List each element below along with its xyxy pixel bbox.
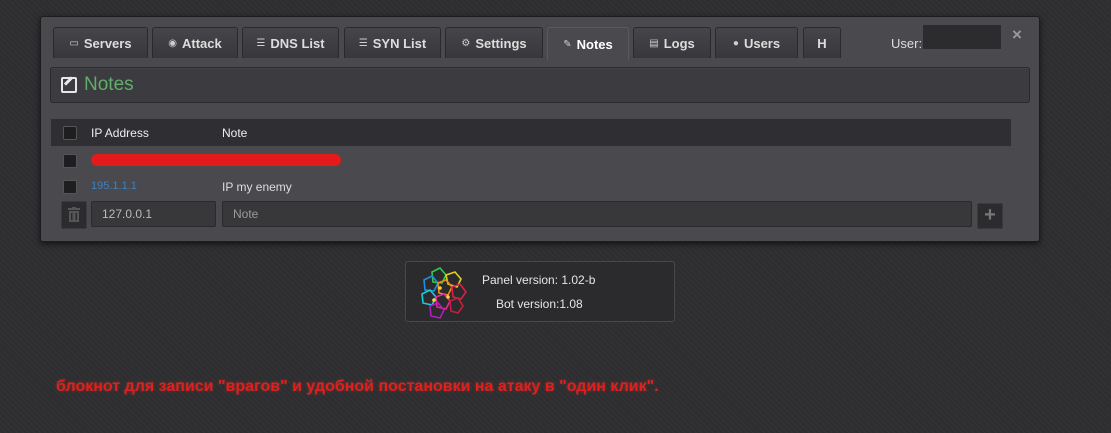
dashboard-icon: ◉ [168, 37, 177, 49]
column-ip-address: IP Address [91, 126, 149, 140]
tab-notes-label: Notes [576, 36, 613, 52]
tab-servers[interactable]: ▭ Servers [53, 27, 148, 58]
trash-icon [68, 207, 80, 222]
tab-settings[interactable]: ⚙ Settings [445, 27, 543, 58]
row-checkbox[interactable] [63, 180, 77, 194]
tab-h[interactable]: H [803, 27, 841, 58]
notes-header: Notes [50, 67, 1030, 103]
table-row: 195.1.1.1 IP my enemy [51, 174, 1011, 200]
note-text: IP my enemy [222, 180, 292, 194]
version-panel: Panel version: 1.02-b Bot version:1.08 [405, 261, 675, 322]
add-note-form: + [51, 201, 1011, 229]
tab-dns-list-label: DNS List [270, 35, 325, 51]
page-title: Notes [84, 74, 134, 95]
tab-logs[interactable]: ▤ Logs [633, 27, 711, 58]
tab-attack-label: Attack [181, 35, 222, 51]
main-panel: ▭ Servers ◉ Attack ☰ DNS List ☰ SYN List… [40, 16, 1040, 242]
delete-button[interactable] [61, 201, 87, 229]
file-icon: ▤ [649, 37, 659, 49]
row-checkbox[interactable] [63, 154, 77, 168]
tab-attack[interactable]: ◉ Attack [152, 27, 238, 58]
list-icon: ☰ [358, 37, 368, 49]
add-button[interactable]: + [977, 203, 1003, 229]
table-header: IP Address Note [51, 119, 1011, 146]
ip-link[interactable]: 195.1.1.1 [91, 180, 137, 192]
tab-logs-label: Logs [663, 35, 695, 51]
tab-syn-list[interactable]: ☰ SYN List [344, 27, 441, 58]
note-input[interactable] [222, 201, 972, 227]
table-row [51, 147, 1011, 173]
caption-text: блокнот для записи "врагов" и удобной по… [56, 378, 659, 395]
cogs-icon: ⚙ [461, 37, 471, 49]
panel-version: Panel version: 1.02-b [482, 273, 596, 287]
tab-users-label: Users [743, 35, 781, 51]
ip-input[interactable] [91, 201, 216, 227]
close-icon[interactable]: × [1012, 25, 1022, 45]
select-all-checkbox[interactable] [63, 126, 77, 140]
redacted-ip [91, 154, 341, 166]
tab-users[interactable]: ● Users [715, 27, 798, 58]
tab-servers-label: Servers [83, 35, 132, 51]
user-icon: ● [732, 37, 739, 49]
edit-icon: ✎ [563, 38, 572, 50]
tab-h-label: H [817, 35, 827, 51]
column-note: Note [222, 126, 248, 140]
user-name-redacted [923, 25, 1001, 49]
edit-icon [61, 77, 77, 93]
tab-syn-list-label: SYN List [372, 35, 427, 51]
bot-version: Bot version:1.08 [496, 297, 583, 311]
list-icon: ☰ [256, 37, 266, 49]
user-label: User: [891, 36, 923, 51]
server-icon: ▭ [69, 37, 79, 49]
tab-dns-list[interactable]: ☰ DNS List [242, 27, 339, 58]
tab-notes[interactable]: ✎ Notes [547, 27, 629, 60]
logo-icon [421, 267, 467, 319]
tab-settings-label: Settings [475, 35, 527, 51]
